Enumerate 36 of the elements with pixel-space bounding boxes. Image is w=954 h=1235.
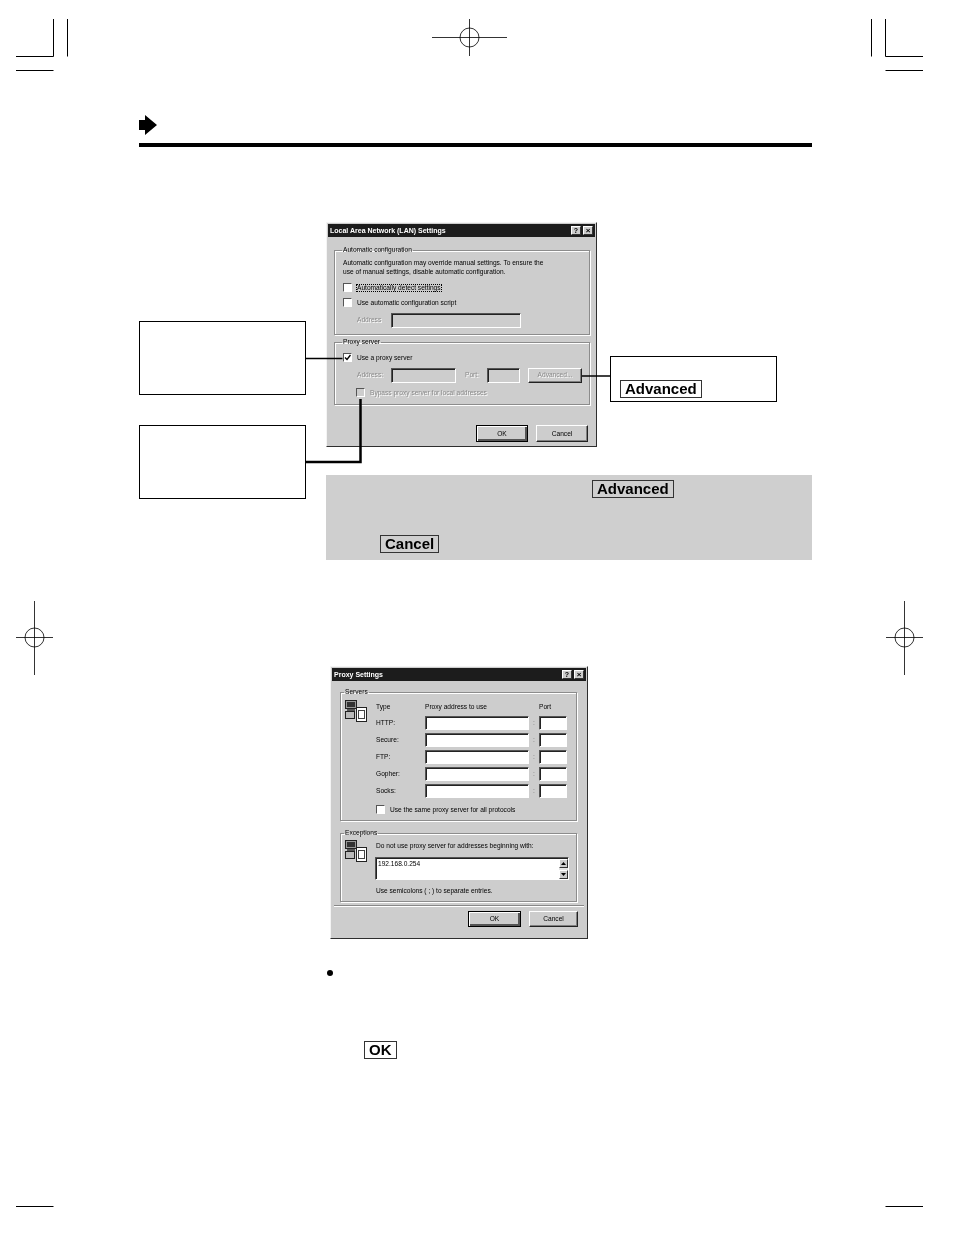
arrow-icon (139, 115, 157, 135)
input-field[interactable] (425, 750, 529, 764)
scrollbar[interactable] (559, 859, 568, 879)
key-label: OK (364, 1041, 397, 1059)
up-arrow-icon (561, 862, 566, 865)
crop-mark (885, 1206, 924, 1207)
scroll-down-button[interactable] (559, 870, 568, 879)
checkbox[interactable] (343, 283, 352, 292)
input-field[interactable] (539, 767, 567, 781)
crop-mark (15, 18, 68, 71)
checkbox[interactable] (343, 353, 352, 362)
down-arrow-icon (561, 873, 566, 876)
computer-icon (345, 700, 369, 722)
checkmark-icon (344, 354, 351, 361)
close-button[interactable]: × (574, 670, 584, 679)
input-field[interactable] (539, 784, 567, 798)
crop-mark (15, 1206, 54, 1207)
crop-mark (871, 18, 924, 71)
close-button[interactable]: × (583, 226, 593, 235)
input-field[interactable] (425, 767, 529, 781)
leader-line (306, 399, 362, 464)
checkbox[interactable] (343, 298, 352, 307)
scroll-up-button[interactable] (559, 859, 568, 868)
computer-icon (345, 840, 369, 862)
input-field[interactable] (539, 716, 567, 730)
checkbox[interactable] (376, 805, 385, 814)
input-field[interactable] (425, 784, 529, 798)
key-label: Advanced (620, 380, 702, 398)
leader-line (305, 357, 344, 360)
input-field[interactable] (425, 733, 529, 747)
key-label: Cancel (380, 535, 440, 553)
input-field[interactable] (539, 733, 567, 747)
input-field[interactable] (539, 750, 567, 764)
bullet-icon (327, 970, 333, 976)
input-field[interactable] (425, 716, 529, 730)
key-label: Advanced (592, 480, 674, 498)
